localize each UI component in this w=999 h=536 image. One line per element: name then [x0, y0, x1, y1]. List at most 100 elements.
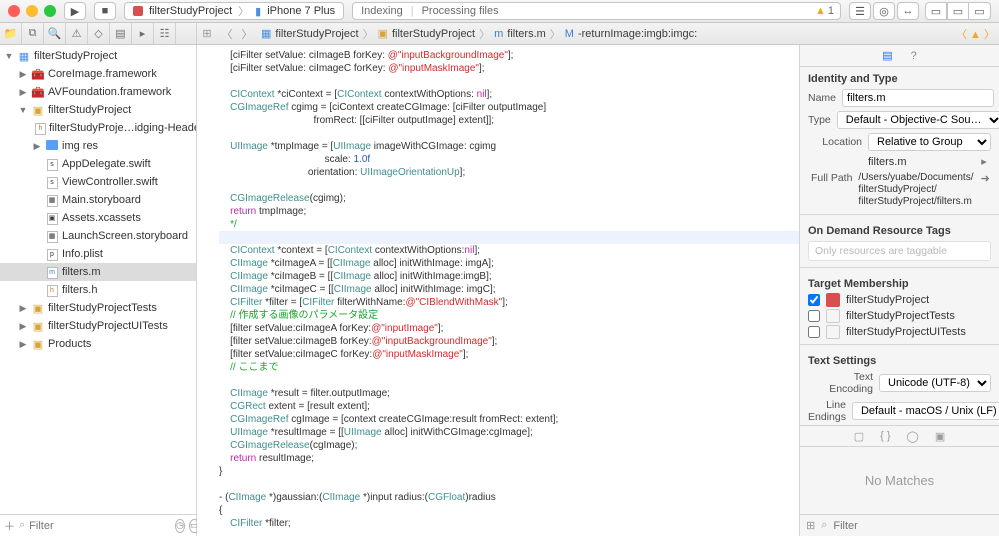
chevron-left-icon: 〈: [222, 26, 233, 42]
find-navigator-tab[interactable]: 🔍: [44, 23, 66, 44]
file-item[interactable]: ▣Assets.xcassets: [0, 209, 196, 227]
group-item[interactable]: ▶▣Products: [0, 335, 196, 353]
reveal-in-finder-button[interactable]: ▸: [977, 155, 991, 168]
line-endings-label: Line Endings: [808, 399, 846, 423]
breadcrumb-item[interactable]: -returnImage:imgb:imgc:: [578, 28, 697, 40]
breadcrumb-item[interactable]: filterStudyProject: [392, 28, 475, 40]
right-panel-icon: ▭: [974, 5, 984, 18]
search-icon: 🔍: [48, 27, 62, 40]
related-items-button[interactable]: ⊞: [197, 23, 217, 44]
test-navigator-tab[interactable]: ◇: [88, 23, 110, 44]
navigator-filter-input[interactable]: [29, 520, 171, 532]
source-editor-body[interactable]: [ciFilter setValue: ciImageB forKey: @"i…: [197, 45, 799, 536]
project-navigator-tab[interactable]: 📁: [0, 23, 22, 44]
location-label: Location: [808, 136, 862, 148]
line-endings-select[interactable]: Default - macOS / Unix (LF): [852, 402, 999, 420]
app-icon: [133, 6, 143, 16]
recent-filter-button[interactable]: ◷: [175, 519, 185, 533]
file-item-selected[interactable]: mfilters.m: [0, 263, 196, 281]
file-item[interactable]: pInfo.plist: [0, 245, 196, 263]
version-editor-icon: ↔: [903, 5, 914, 17]
source-control-navigator-tab[interactable]: ⧉: [22, 23, 44, 44]
target-checkbox[interactable]: [808, 294, 820, 306]
activity-left: Indexing: [361, 5, 403, 17]
zoom-window-button[interactable]: [44, 5, 56, 17]
chevron-right-icon: 〉: [242, 26, 253, 42]
file-item[interactable]: sAppDelegate.swift: [0, 155, 196, 173]
add-button[interactable]: ＋: [4, 518, 15, 534]
report-navigator-tab[interactable]: ☷: [154, 23, 176, 44]
file-item[interactable]: hfilters.h: [0, 281, 196, 299]
toggle-navigator-button[interactable]: ▭: [925, 2, 947, 20]
target-label: filterStudyProjectTests: [846, 310, 955, 322]
inspector-panel: ▤ ? Identity and Type Name TypeDefault -…: [799, 45, 999, 536]
odr-section-title: On Demand Resource Tags: [800, 219, 999, 239]
breadcrumb-item[interactable]: filters.m: [507, 28, 546, 40]
navigator-filter-bar: ＋ ⌕ ◷ ▭: [0, 514, 196, 536]
source-editor: [ciFilter setValue: ciImageB forKey: @"i…: [197, 45, 799, 536]
issue-navigator-tab[interactable]: ⚠: [66, 23, 88, 44]
framework-item[interactable]: ▶🧰CoreImage.framework: [0, 65, 196, 83]
report-icon: ☷: [160, 27, 170, 40]
file-type-select[interactable]: Default - Objective-C Sou…: [837, 111, 999, 129]
target-checkbox[interactable]: [808, 326, 820, 338]
debug-navigator-tab[interactable]: ▤: [110, 23, 132, 44]
breadcrumb-icon: M: [565, 28, 574, 40]
issue-indicator[interactable]: ▲1: [815, 5, 834, 17]
warning-icon: ⚠: [72, 27, 82, 40]
go-back-button[interactable]: 〈: [217, 23, 237, 44]
file-item[interactable]: sViewController.swift: [0, 173, 196, 191]
scheme-selector[interactable]: filterStudyProject 〉 ▮ iPhone 7 Plus: [124, 2, 344, 20]
quick-help-tab[interactable]: ?: [911, 50, 917, 62]
group-item[interactable]: ▼▣filterStudyProject: [0, 101, 196, 119]
app-icon: [826, 293, 840, 307]
library-files-tab[interactable]: ▢: [854, 430, 864, 443]
group-item[interactable]: ▶▣filterStudyProjectUITests: [0, 317, 196, 335]
close-window-button[interactable]: [8, 5, 20, 17]
file-name-input[interactable]: [842, 89, 994, 107]
library-view-mode-button[interactable]: ⊞: [806, 519, 815, 532]
folder-icon: [46, 140, 58, 150]
target-label: filterStudyProjectUITests: [846, 326, 966, 338]
library-media-tab[interactable]: ▣: [935, 430, 945, 443]
standard-editor-icon: ☰: [855, 5, 865, 18]
location-select[interactable]: Relative to Group: [868, 133, 991, 151]
toggle-inspector-button[interactable]: ▭: [969, 2, 991, 20]
filter-icon: ⌕: [19, 519, 25, 532]
framework-item[interactable]: ▶🧰AVFoundation.framework: [0, 83, 196, 101]
run-button[interactable]: ▶: [64, 2, 86, 20]
breadcrumb-item[interactable]: filterStudyProject: [275, 28, 358, 40]
type-label: Type: [808, 114, 831, 126]
activity-viewer: Indexing | Processing files ▲1: [352, 2, 841, 20]
library-filter-input[interactable]: [833, 520, 993, 532]
encoding-select[interactable]: Unicode (UTF-8): [879, 374, 991, 392]
library-empty-state: No Matches: [800, 447, 999, 514]
filter-icon: ⌕: [821, 519, 827, 532]
library-snippets-tab[interactable]: { }: [880, 430, 890, 442]
file-item[interactable]: hfilterStudyProje…idging-Header.h: [0, 119, 196, 137]
project-navigator: ▼▦filterStudyProject ▶🧰CoreImage.framewo…: [0, 45, 197, 536]
stop-button[interactable]: ■: [94, 2, 116, 20]
file-item[interactable]: ▦LaunchScreen.storyboard: [0, 227, 196, 245]
folder-item[interactable]: ▶img res: [0, 137, 196, 155]
group-item[interactable]: ▶▣filterStudyProjectTests: [0, 299, 196, 317]
identity-section-title: Identity and Type: [800, 67, 999, 87]
file-inspector-tab[interactable]: ▤: [882, 49, 892, 62]
file-warning-indicator[interactable]: 〈 ▲ 〉: [956, 26, 995, 42]
breakpoint-navigator-tab[interactable]: ▸: [132, 23, 154, 44]
toggle-debug-area-button[interactable]: ▭: [947, 2, 969, 20]
go-forward-button[interactable]: 〉: [237, 23, 257, 44]
assistant-editor-button[interactable]: ◎: [873, 2, 895, 20]
project-root[interactable]: ▼▦filterStudyProject: [0, 47, 196, 65]
tests-icon: ◇: [94, 27, 102, 40]
fullpath-label: Full Path: [808, 172, 852, 184]
library-objects-tab[interactable]: ◯: [907, 430, 919, 443]
minimize-window-button[interactable]: [26, 5, 38, 17]
fullpath-arrow-button[interactable]: ➜: [979, 172, 991, 185]
odr-tag-input: Only resources are taggable: [808, 241, 991, 261]
standard-editor-button[interactable]: ☰: [849, 2, 871, 20]
version-editor-button[interactable]: ↔: [897, 2, 919, 20]
scheme-project-label: filterStudyProject: [149, 5, 232, 17]
file-item[interactable]: ▦Main.storyboard: [0, 191, 196, 209]
target-checkbox[interactable]: [808, 310, 820, 322]
